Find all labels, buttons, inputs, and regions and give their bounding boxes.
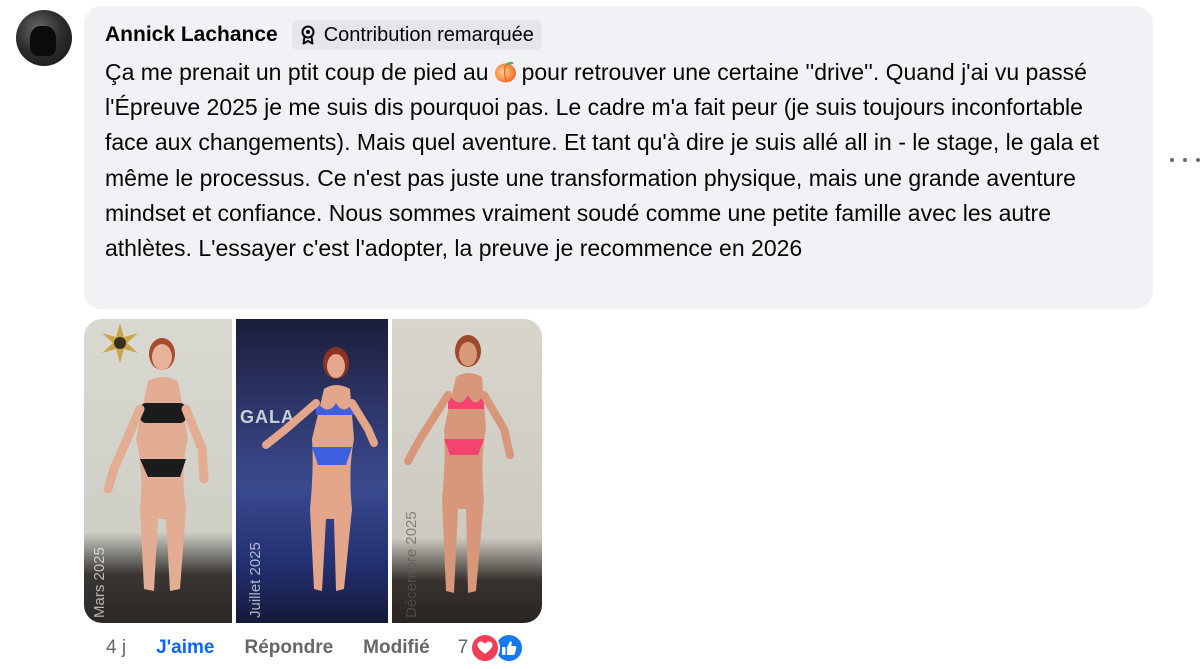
like-button[interactable]: J'aime (156, 637, 214, 659)
outfit-top (140, 403, 186, 423)
edited-label: Modifié (363, 637, 430, 658)
reaction-count: 7 (457, 637, 469, 658)
comment-text-rest: pour retrouver une certaine ''drive''. Q… (105, 59, 1099, 262)
panel-caption: Décembre 2025 (403, 511, 420, 618)
peach-emoji (494, 61, 516, 83)
photo-panel-decembre: Décembre 2025 (392, 319, 542, 623)
heart-reaction-icon (470, 633, 501, 663)
photo-panel-mars: Mars 2025 (84, 319, 232, 623)
top-contributor-badge[interactable]: Contribution remarquée (291, 20, 542, 50)
comment-text-start: Ça me prenait un ptit coup de pied au (105, 59, 489, 85)
photo-panel-juillet: GALA Juillet 2025 (236, 319, 388, 623)
author-name[interactable]: Annick Lachance (105, 23, 278, 47)
comment-actions: 4 j J'aime Répondre Modifié 7 (106, 633, 525, 663)
panel-caption: Mars 2025 (91, 547, 108, 618)
attached-photo[interactable]: Mars 2025 GALA Juillet 2025 Décembre 202… (84, 319, 542, 623)
comment-bubble: Annick Lachance Contribution remarquée Ç… (84, 6, 1153, 309)
reply-button[interactable]: Répondre (244, 637, 333, 659)
badge-label: Contribution remarquée (323, 23, 534, 46)
avatar[interactable] (16, 10, 72, 66)
comment: Annick Lachance Contribution remarquée Ç… (0, 0, 1200, 669)
comment-text: Ça me prenait un ptit coup de pied au pou… (105, 55, 1131, 266)
timestamp[interactable]: 4 j (106, 637, 126, 659)
comment-header: Annick Lachance Contribution remarquée (105, 20, 1131, 50)
badge-ribbon-icon (301, 25, 315, 45)
reaction-summary[interactable]: 7 (458, 633, 525, 663)
panel-caption: Juillet 2025 (247, 542, 264, 618)
more-options-icon[interactable] (1170, 152, 1200, 168)
